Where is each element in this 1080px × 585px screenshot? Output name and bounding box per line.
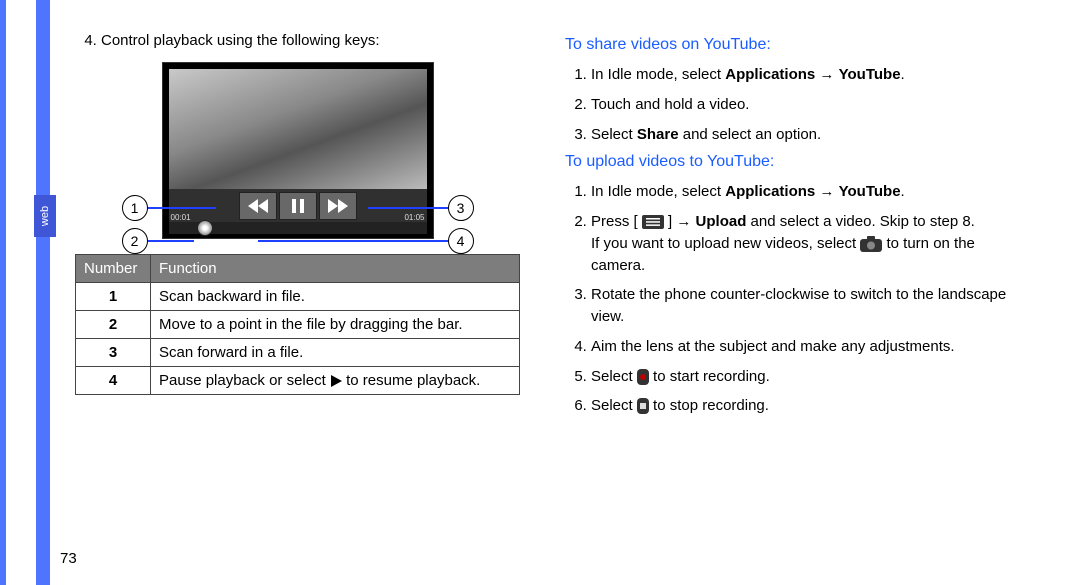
table-header-row: Number Function [76, 254, 520, 282]
upload-step-5: Select to start recording. [591, 366, 1010, 388]
stop-record-icon [637, 398, 649, 414]
upload-step-1: In Idle mode, select Applications → YouT… [591, 181, 1010, 203]
upload-step-6: Select to stop recording. [591, 395, 1010, 417]
callout-3: 3 [448, 195, 474, 221]
table-row: 1 Scan backward in file. [76, 282, 520, 310]
player-controls-row [169, 189, 427, 223]
row3-fn: Scan forward in a file. [151, 338, 520, 366]
row4-fn: Pause playback or select to resume playb… [151, 366, 520, 394]
row1-num: 1 [76, 282, 151, 310]
step-4: Control playback using the following key… [101, 30, 520, 52]
table-row: 2 Move to a point in the file by draggin… [76, 310, 520, 338]
callout-4: 4 [448, 228, 474, 254]
col-function-header: Function [151, 254, 520, 282]
fast-forward-button[interactable] [319, 192, 357, 220]
camera-icon [860, 236, 882, 252]
row3-num: 3 [76, 338, 151, 366]
play-icon [330, 375, 342, 387]
leader-4 [258, 240, 448, 242]
leader-2 [146, 240, 194, 242]
callout-1: 1 [122, 195, 148, 221]
side-white-overlay [6, 0, 36, 585]
progress-knob[interactable] [197, 220, 213, 236]
section-tab: web [34, 195, 56, 237]
video-player-mock: 00:01 01:05 [162, 62, 434, 239]
right-column: To share videos on YouTube: In Idle mode… [565, 30, 1010, 425]
upload-step-4: Aim the lens at the subject and make any… [591, 336, 1010, 358]
row1-fn: Scan backward in file. [151, 282, 520, 310]
video-frame-image [169, 69, 427, 189]
row2-fn: Move to a point in the file by dragging … [151, 310, 520, 338]
upload-step-3: Rotate the phone counter-clockwise to sw… [591, 284, 1010, 328]
share-step-1: In Idle mode, select Applications → YouT… [591, 64, 1010, 86]
upload-heading: To upload videos to YouTube: [565, 153, 1010, 171]
player-figure: 00:01 01:05 1 2 3 4 [108, 62, 488, 239]
row2-num: 2 [76, 310, 151, 338]
table-row: 3 Scan forward in a file. [76, 338, 520, 366]
leader-3 [368, 207, 448, 209]
page-number: 73 [60, 550, 77, 567]
leader-1 [146, 207, 216, 209]
time-total: 01:05 [404, 213, 424, 222]
menu-key-icon [642, 215, 664, 229]
rewind-button[interactable] [239, 192, 277, 220]
left-column: Control playback using the following key… [75, 30, 520, 395]
table-row: 4 Pause playback or select to resume pla… [76, 366, 520, 394]
upload-step-2: Press [ ] → Upload and select a video. S… [591, 211, 1010, 276]
share-step-3: Select Share and select an option. [591, 124, 1010, 146]
function-table: Number Function 1 Scan backward in file.… [75, 254, 520, 395]
col-number-header: Number [76, 254, 151, 282]
share-step-2: Touch and hold a video. [591, 94, 1010, 116]
callout-2: 2 [122, 228, 148, 254]
pause-button[interactable] [279, 192, 317, 220]
time-elapsed: 00:01 [171, 213, 191, 222]
share-heading: To share videos on YouTube: [565, 36, 1010, 54]
record-icon [637, 369, 649, 385]
row4-num: 4 [76, 366, 151, 394]
progress-bar[interactable] [169, 222, 427, 234]
